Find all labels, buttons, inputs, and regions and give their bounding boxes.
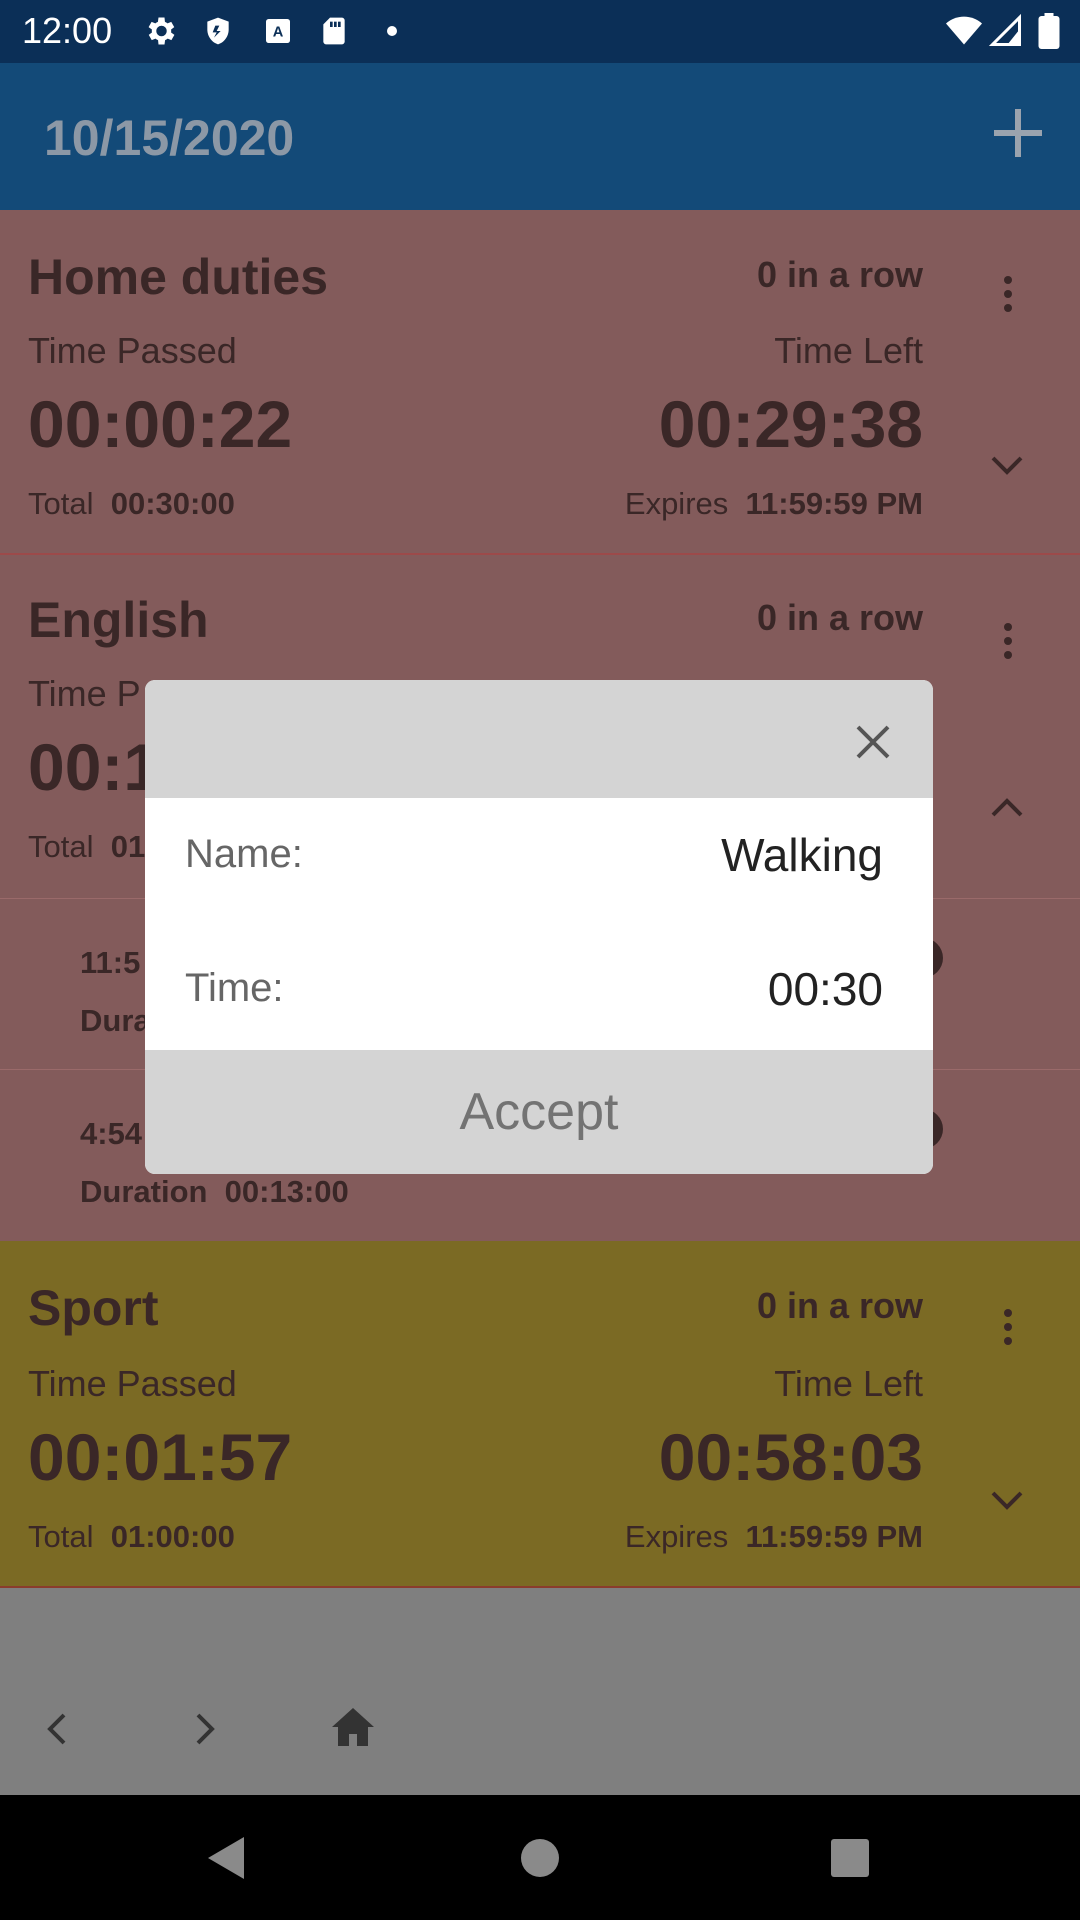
recents-icon[interactable] (830, 1838, 870, 1878)
duration-label: Duration (80, 1174, 208, 1209)
total-value: 01 (110, 829, 146, 864)
streak-count: 0 in a row (756, 1285, 923, 1326)
name-label: Name: (185, 832, 303, 876)
total-row: Total 00:30:00 (28, 486, 235, 522)
total-value: 00:30:00 (110, 486, 235, 521)
home-icon[interactable] (330, 1706, 376, 1748)
gear-icon (148, 17, 175, 45)
expires-row: Expires 11:59:59 PM (625, 1519, 923, 1555)
task-title: Sport (28, 1280, 159, 1336)
accept-button[interactable]: Accept (145, 1050, 933, 1174)
battery-icon (1038, 13, 1060, 49)
bottom-nav (0, 1588, 1080, 1795)
time-left-value: 00:58:03 (658, 1420, 923, 1494)
time-passed-value: 00:00:22 (28, 387, 293, 461)
dot-icon (387, 26, 397, 36)
back-icon[interactable] (206, 1835, 246, 1881)
chevron-left-icon[interactable] (44, 1712, 70, 1746)
system-nav-bar (0, 1795, 1080, 1920)
add-task-dialog: Name: Walking Time: 00:30 Accept (145, 680, 933, 1174)
task-title: Home duties (28, 249, 329, 305)
home-circle-icon[interactable] (520, 1838, 560, 1878)
close-icon[interactable] (855, 724, 891, 760)
app-bar: 10/15/2020 (0, 63, 1080, 210)
time-passed-value: 00:01:57 (28, 1420, 293, 1494)
chevron-down-icon[interactable] (990, 454, 1024, 478)
entry-duration-label: Dura (80, 1003, 151, 1038)
status-time: 12:00 (22, 10, 113, 51)
total-row: Total 01:00:00 (28, 1519, 235, 1555)
entry-time: 11:5 (80, 945, 141, 980)
more-vert-icon[interactable] (996, 1307, 1020, 1347)
svg-text:A: A (273, 24, 284, 40)
page-title-date: 10/15/2020 (44, 110, 295, 166)
entry-time: 4:54 (80, 1116, 143, 1151)
expires-row: Expires 11:59:59 PM (625, 486, 923, 522)
sd-card-icon (323, 17, 345, 45)
time-passed-label: Time P (28, 673, 141, 714)
total-label: Total (28, 486, 94, 521)
task-card-sport[interactable]: Sport 0 in a row Time Passed Time Left 0… (0, 1241, 1080, 1586)
chevron-up-icon[interactable] (990, 795, 1024, 819)
total-value: 01:00:00 (110, 1519, 235, 1554)
time-left-label: Time Left (774, 1363, 923, 1404)
time-left-label: Time Left (774, 330, 923, 371)
more-vert-icon[interactable] (996, 621, 1020, 661)
total-row: Total 01 (28, 829, 145, 865)
time-passed-label: Time Passed (28, 1363, 237, 1404)
chevron-right-icon[interactable] (192, 1712, 218, 1746)
wifi-icon (946, 16, 982, 45)
chevron-down-icon[interactable] (990, 1489, 1024, 1513)
duration-value: 00:13:00 (224, 1174, 349, 1209)
shield-icon (207, 17, 229, 45)
signal-icon (988, 13, 1021, 46)
a-box-icon: A (266, 19, 290, 43)
streak-count: 0 in a row (756, 254, 923, 295)
entry-duration: Duration 00:13:00 (80, 1174, 349, 1210)
time-passed-value: 00:1 (28, 730, 161, 804)
time-input[interactable]: 00:30 (768, 962, 883, 1016)
total-label: Total (28, 829, 94, 864)
time-left-value: 00:29:38 (658, 387, 923, 461)
time-label: Time: (185, 966, 284, 1010)
name-input[interactable]: Walking (721, 828, 883, 882)
total-label: Total (28, 1519, 94, 1554)
streak-count: 0 in a row (756, 597, 923, 638)
plus-icon[interactable] (988, 103, 1048, 163)
task-title: English (28, 592, 209, 648)
more-vert-icon[interactable] (996, 274, 1020, 314)
status-bar: 12:00 A (0, 0, 1080, 63)
expires-value: 11:59:59 PM (745, 486, 924, 521)
task-card-home-duties[interactable]: Home duties 0 in a row Time Passed Time … (0, 210, 1080, 553)
expires-label: Expires (624, 486, 729, 521)
dialog-header (145, 680, 933, 798)
expires-value: 11:59:59 PM (745, 1519, 924, 1554)
expires-label: Expires (624, 1519, 729, 1554)
time-passed-label: Time Passed (28, 330, 237, 371)
